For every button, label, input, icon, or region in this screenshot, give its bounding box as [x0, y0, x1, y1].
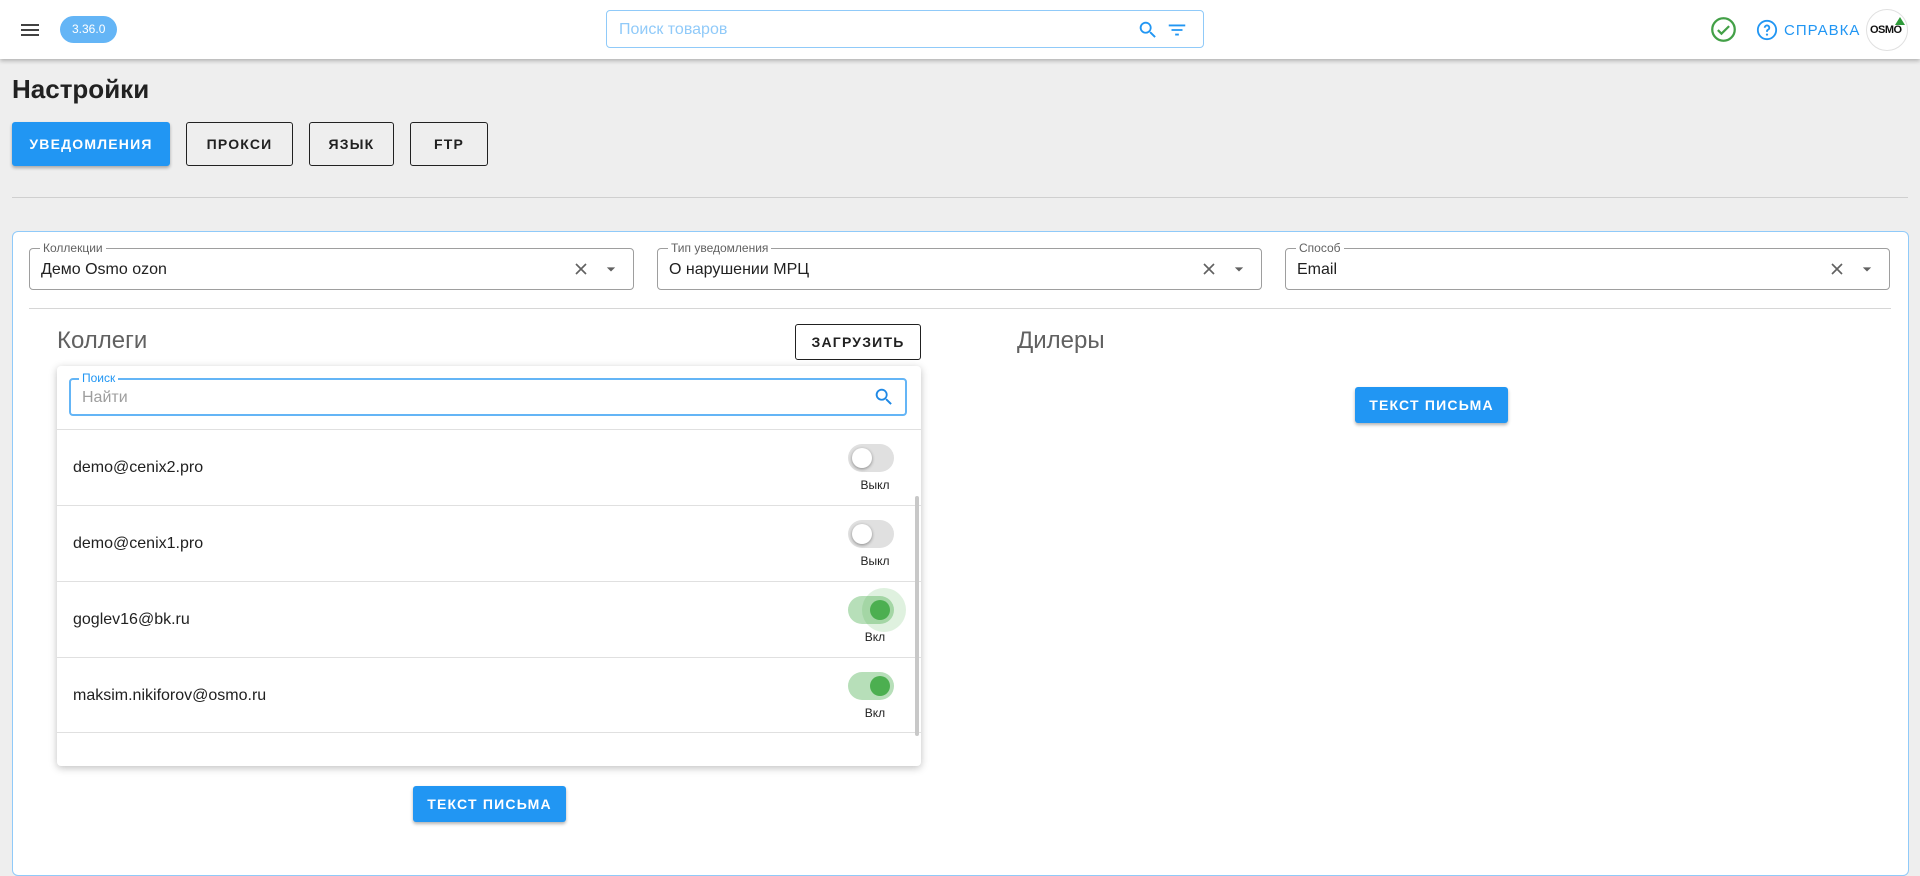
divider — [12, 197, 1908, 198]
colleague-email: maksim.nikiforov@osmo.ru — [73, 687, 267, 704]
colleagues-list: demo@cenix2.pro Выкл demo@cenix1.pro Вык… — [57, 429, 921, 733]
list-item: demo@cenix2.pro Выкл — [57, 429, 921, 505]
method-legend: Способ — [1296, 241, 1344, 255]
colleague-email: demo@cenix2.pro — [73, 459, 204, 476]
toggle-state-label: Выкл — [860, 478, 890, 492]
help-label: СПРАВКА — [1784, 21, 1861, 39]
product-search-input[interactable] — [617, 11, 1121, 49]
colleagues-search: Поиск — [69, 371, 907, 416]
toggle-state-label: Вкл — [864, 630, 886, 644]
chevron-down-icon[interactable] — [1229, 259, 1249, 284]
notify-toggle[interactable] — [846, 520, 894, 548]
colleagues-title: Коллеги — [57, 327, 148, 354]
notifications-card: Коллекции Демо Osmo ozon Тип уведомления… — [12, 231, 1909, 876]
colleague-email: demo@cenix1.pro — [73, 535, 204, 552]
collections-legend: Коллекции — [40, 241, 106, 255]
help-circle-icon — [1756, 19, 1778, 41]
page-title: Настройки — [12, 74, 150, 104]
tab-proxy[interactable]: ПРОКСИ — [186, 122, 293, 166]
list-item: goglev16@bk.ru Вкл — [57, 581, 921, 657]
toggle-state-label: Выкл — [860, 554, 890, 568]
notification-type-select[interactable]: Тип уведомления О нарушении МРЦ — [657, 241, 1262, 290]
product-search — [606, 10, 1204, 49]
search-icon[interactable] — [873, 386, 895, 413]
dealers-letter-text-button[interactable]: ТЕКСТ ПИСЬМА — [1355, 387, 1508, 423]
clear-icon[interactable] — [1199, 259, 1219, 284]
scrollbar[interactable] — [915, 496, 919, 736]
check-circle-icon — [1710, 16, 1737, 48]
version-badge: 3.36.0 — [60, 16, 118, 43]
colleagues-letter-text-button[interactable]: ТЕКСТ ПИСЬМА — [413, 786, 566, 822]
upload-button[interactable]: ЗАГРУЗИТЬ — [795, 324, 921, 360]
logo-text: OSMO — [1870, 24, 1902, 36]
toggle-state-label: Вкл — [864, 706, 886, 720]
notify-toggle[interactable] — [846, 588, 906, 632]
collections-select[interactable]: Коллекции Демо Osmo ozon — [29, 241, 634, 290]
tab-notifications[interactable]: УВЕДОМЛЕНИЯ — [12, 122, 170, 166]
osmo-logo-avatar[interactable]: OSMO — [1866, 9, 1908, 51]
help-link[interactable]: СПРАВКА — [1756, 18, 1860, 42]
search-icon[interactable] — [1137, 19, 1159, 46]
clear-icon[interactable] — [571, 259, 591, 284]
logo-arrow-icon — [1895, 17, 1905, 25]
chevron-down-icon[interactable] — [1857, 259, 1877, 284]
method-select[interactable]: Способ Email — [1285, 241, 1890, 290]
colleagues-search-input[interactable] — [80, 380, 844, 416]
dealers-title: Дилеры — [1017, 327, 1105, 354]
clear-icon[interactable] — [1827, 259, 1847, 284]
collections-value: Демо Osmo ozon — [41, 261, 167, 278]
chevron-down-icon[interactable] — [601, 259, 621, 284]
list-item: demo@cenix1.pro Выкл — [57, 505, 921, 581]
filter-icon[interactable] — [1166, 19, 1188, 46]
divider — [29, 308, 1891, 309]
list-item: maksim.nikiforov@osmo.ru Вкл — [57, 657, 921, 733]
method-value: Email — [1297, 261, 1338, 278]
tab-language[interactable]: ЯЗЫК — [309, 122, 394, 166]
colleague-email: goglev16@bk.ru — [73, 611, 190, 628]
tab-ftp[interactable]: FTP — [410, 122, 488, 166]
notification-type-value: О нарушении МРЦ — [669, 261, 810, 278]
notify-toggle[interactable] — [846, 444, 894, 472]
colleagues-panel: Поиск demo@cenix2.pro Выкл demo@cenix1.p… — [57, 366, 921, 766]
menu-icon[interactable] — [18, 18, 42, 42]
notification-type-legend: Тип уведомления — [668, 241, 772, 255]
notify-toggle[interactable] — [846, 672, 894, 700]
top-app-bar: 3.36.0 СПРАВКА OSMO — [0, 0, 1920, 59]
